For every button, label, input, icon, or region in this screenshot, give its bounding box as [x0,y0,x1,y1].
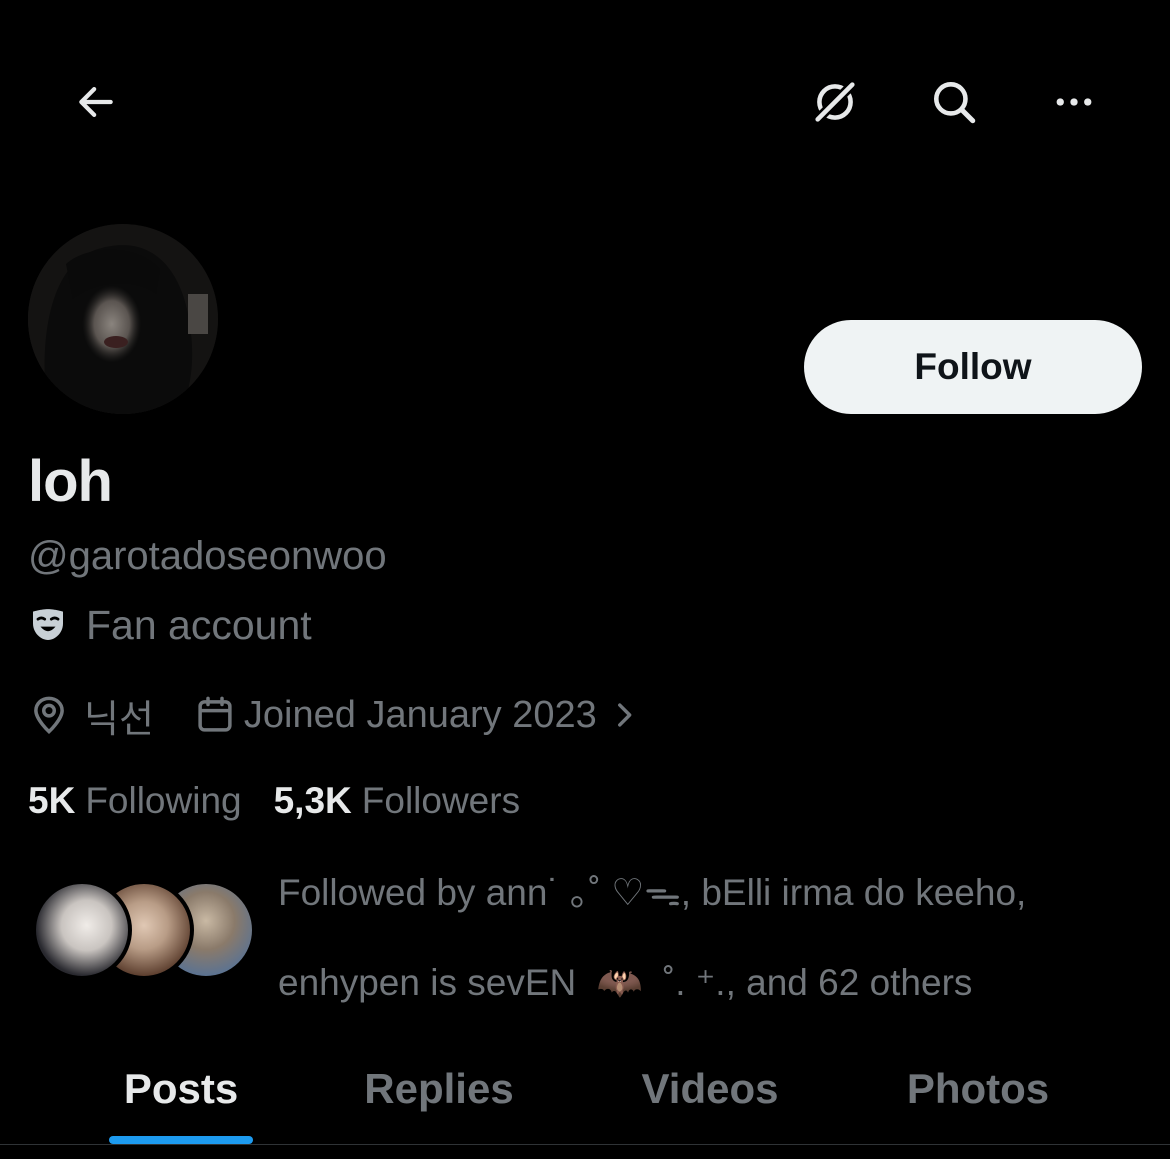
search-button[interactable] [914,62,994,142]
followed-by-text[interactable]: Followed by ann˙ ｡˚ ♡ᯓ, bElli irma do ke… [278,848,1148,1028]
follow-button[interactable]: Follow [804,320,1142,414]
following-link[interactable]: 5K Following [28,780,242,822]
tab-photos[interactable]: Photos [872,1035,1084,1143]
followed-by-name: enhypen is sevEN [278,962,577,1003]
grok-button[interactable] [795,62,875,142]
tabs-divider [0,1144,1170,1145]
search-icon [934,82,976,124]
following-label: Following [85,780,242,821]
location-pin-icon [34,696,64,735]
grok-icon [813,80,857,124]
bat-emoji: 🦇 [596,962,643,1003]
arrow-left-icon [79,87,113,117]
following-count: 5K [28,780,76,821]
active-tab-indicator [109,1136,253,1144]
followers-label: Followers [361,780,521,821]
follow-stats: 5K Following 5,3K Followers [28,776,520,826]
followed-by-suffix: ˚. ⁺., and 62 others [662,962,973,1003]
back-button[interactable] [56,62,136,142]
mutual-followers-avatars[interactable] [32,880,256,980]
followed-by-line-2: enhypen is sevEN 🦇 ˚. ⁺., and 62 others [278,938,1148,1028]
user-handle: @garotadoseonwoo [28,534,387,578]
tab-videos[interactable]: Videos [610,1035,810,1143]
theater-mask-icon [28,605,68,645]
profile-meta: 닉선 Joined January 2023 [28,688,641,742]
chevron-right-icon [617,703,632,727]
tab-posts[interactable]: Posts [80,1035,282,1143]
followed-by-line-1: Followed by ann˙ ｡˚ ♡ᯓ, bElli irma do ke… [278,872,1027,913]
professional-category: Fan account [28,600,312,650]
joined-label: Joined January 2023 [243,693,597,736]
profile-avatar[interactable] [28,224,218,414]
profile-tabs: Posts Replies Videos Photos [0,1035,1170,1143]
followers-link[interactable]: 5,3K Followers [274,780,520,822]
mutual-avatar [32,880,132,980]
calendar-icon [198,696,232,732]
more-button[interactable] [1034,62,1114,142]
location-label: 닉선 [84,698,154,741]
tab-replies[interactable]: Replies [335,1035,543,1143]
display-name: loh [28,449,113,514]
followers-count: 5,3K [273,780,352,821]
joined-date[interactable]: Joined January 2023 [194,694,641,737]
more-horizontal-icon [1056,98,1092,106]
category-label: Fan account [86,601,312,648]
location: 닉선 [28,688,154,743]
